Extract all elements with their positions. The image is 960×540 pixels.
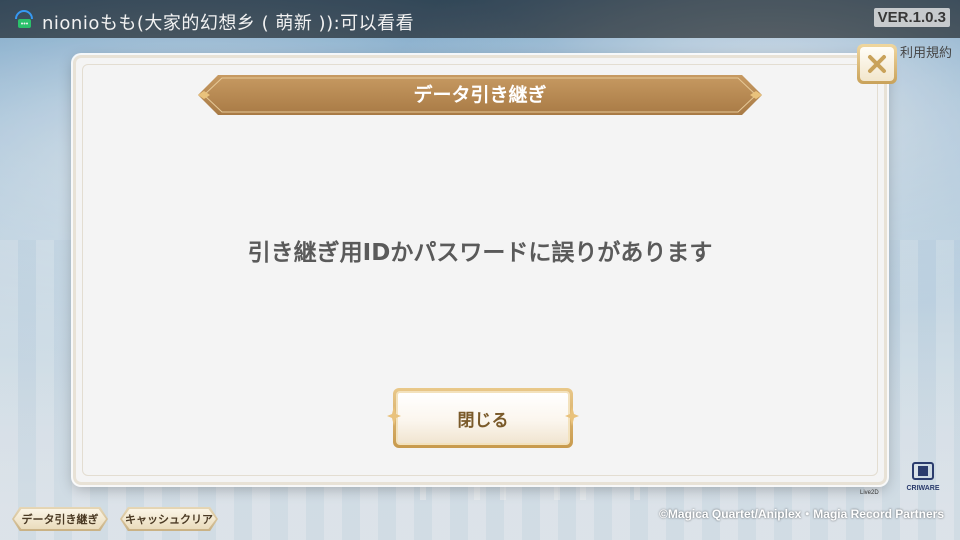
sparkle-icon <box>565 406 579 426</box>
close-dialog-button-label: 閉じる <box>457 410 509 431</box>
data-transfer-button[interactable]: データ引き継ぎ <box>12 507 108 531</box>
cache-clear-button[interactable]: キャッシュクリア <box>120 507 218 531</box>
live2d-logo: Live2D <box>860 490 879 496</box>
error-dialog: データ引き継ぎ 引き継ぎ用IDかパスワードに誤りがあります 閉じる <box>73 55 887 485</box>
close-x-button[interactable] <box>857 44 897 84</box>
dialog-title: データ引き継ぎ <box>413 84 547 106</box>
criware-text: CRIWARE <box>906 485 940 492</box>
dialog-title-ribbon: データ引き継ぎ <box>198 75 762 115</box>
close-dialog-button[interactable]: 閉じる <box>387 388 579 448</box>
close-icon <box>868 55 886 73</box>
error-message: 引き継ぎ用IDかパスワードに誤りがあります <box>247 240 713 266</box>
criware-logo: CRIWARE <box>905 462 941 492</box>
copyright-text: ©Magica Quartet/Aniplex・Magia Record Par… <box>659 507 944 521</box>
cache-clear-label: キャッシュクリア <box>125 513 213 526</box>
data-transfer-label: データ引き継ぎ <box>21 513 99 526</box>
sparkle-icon <box>387 406 401 426</box>
criware-logo-mark <box>912 462 934 480</box>
